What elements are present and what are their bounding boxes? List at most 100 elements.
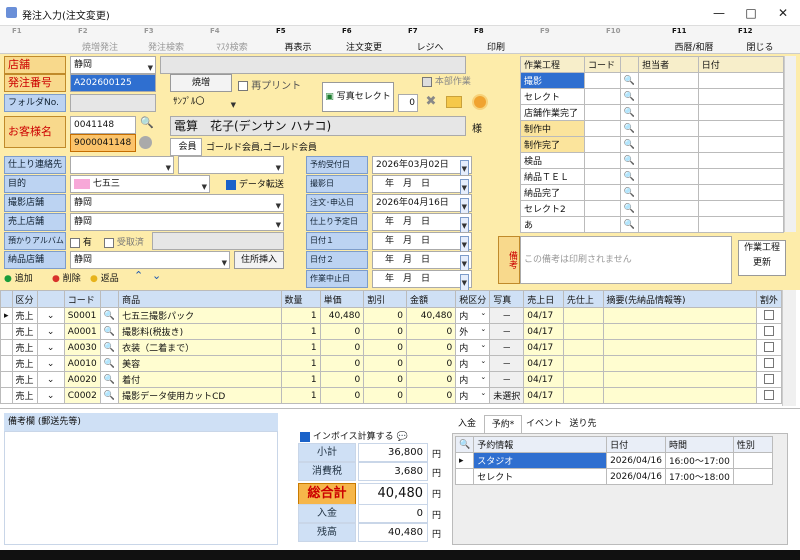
row-type[interactable]: 売上 bbox=[11, 323, 38, 340]
process-code[interactable] bbox=[583, 72, 621, 89]
process-update-button[interactable]: 作業工程 更新 bbox=[738, 240, 786, 276]
customer-code-input[interactable]: 0041148 bbox=[70, 116, 136, 134]
row-type[interactable]: 売上 bbox=[11, 387, 38, 404]
minimize-button[interactable]: — bbox=[704, 4, 734, 22]
sales-store-select[interactable]: 静岡 ▼ bbox=[70, 213, 284, 231]
process-row[interactable]: 納品ＴＥＬ 🔍 bbox=[520, 168, 785, 185]
data-transfer-checkbox[interactable]: データ転送 bbox=[226, 177, 284, 190]
row-qty[interactable]: 1 bbox=[280, 387, 321, 404]
search-icon[interactable]: 🔍 bbox=[99, 387, 120, 404]
search-icon[interactable]: 🔍 bbox=[619, 72, 640, 89]
items-scrollbar[interactable] bbox=[782, 290, 796, 406]
process-memo-input[interactable]: この備考は印刷されません bbox=[520, 236, 732, 284]
row-qty[interactable]: 1 bbox=[280, 339, 321, 356]
reserve-row[interactable]: ▸ スタジオ 2026/04/16 16:00～17:00 bbox=[454, 452, 774, 469]
total-label[interactable]: 入金 bbox=[298, 504, 356, 523]
row-photo[interactable]: 未選択 bbox=[489, 387, 525, 404]
fkey-f2[interactable]: F2 焼増発注 bbox=[74, 26, 126, 54]
row-discount[interactable]: 0 bbox=[363, 339, 407, 356]
search-icon[interactable]: 🔍 bbox=[139, 116, 155, 134]
reservation-grid[interactable]: 🔍 予約情報 日付 時間 性別 ▸ スタジオ 2026/04/16 16:00～17:00 セレク… bbox=[454, 436, 774, 485]
photo-select-button[interactable]: ▣ 写真セレクト bbox=[322, 82, 394, 112]
process-scrollbar[interactable] bbox=[784, 56, 796, 232]
process-staff[interactable] bbox=[638, 104, 699, 121]
reprint-checkbox[interactable]: 再プリント bbox=[238, 77, 301, 92]
process-code[interactable] bbox=[583, 104, 621, 121]
process-date[interactable] bbox=[697, 168, 785, 185]
chevron-down-icon[interactable]: ⌄ bbox=[36, 307, 65, 324]
process-date[interactable] bbox=[697, 104, 785, 121]
process-date[interactable] bbox=[697, 88, 785, 105]
row-discount[interactable]: 0 bbox=[363, 355, 407, 372]
row-excluded-checkbox[interactable] bbox=[755, 371, 783, 388]
row-tax[interactable]: 内 ⌄ bbox=[455, 371, 491, 388]
search-icon[interactable]: 🔍 bbox=[619, 216, 640, 233]
row-price[interactable]: 0 bbox=[319, 387, 365, 404]
process-date[interactable] bbox=[697, 120, 785, 137]
order-number-input[interactable]: A202600125 bbox=[70, 74, 156, 92]
row-photo[interactable]: － bbox=[489, 307, 525, 324]
search-icon[interactable]: 🔍 bbox=[619, 168, 640, 185]
date-input[interactable]: 年 月 日 ▼ bbox=[372, 232, 472, 254]
table-row[interactable]: 売上 ⌄ A0010 🔍 美容 1 0 0 0 内 ⌄ － 04/17 bbox=[0, 355, 783, 372]
row-discount[interactable]: 0 bbox=[363, 323, 407, 340]
process-date[interactable] bbox=[697, 200, 785, 217]
process-date[interactable] bbox=[697, 152, 785, 169]
shoot-store-select[interactable]: 静岡 ▼ bbox=[70, 194, 284, 212]
clear-icon[interactable]: ✖ bbox=[422, 94, 440, 112]
process-code[interactable] bbox=[583, 120, 621, 137]
search-icon[interactable]: 🔍 bbox=[99, 307, 120, 324]
row-tax[interactable]: 外 ⌄ bbox=[455, 323, 491, 340]
row-note[interactable] bbox=[602, 371, 757, 388]
process-row[interactable]: セレクト 🔍 bbox=[520, 88, 785, 105]
fkey-f6[interactable]: F6 注文変更 bbox=[338, 26, 390, 54]
process-grid[interactable]: 作業工程 コード 担当者 日付 撮影 🔍 セレクト 🔍 店舗作業完了 🔍 制作中 🔍 制作完了 🔍 検品 🔍 納… bbox=[520, 56, 785, 233]
process-staff[interactable] bbox=[638, 136, 699, 153]
honbu-checkbox[interactable]: 本部作業 bbox=[422, 74, 471, 87]
row-product[interactable]: 着付 bbox=[118, 371, 282, 388]
status-dot-icon[interactable] bbox=[139, 136, 152, 149]
row-sales-date[interactable]: 04/17 bbox=[523, 387, 564, 404]
table-row[interactable]: 売上 ⌄ A0001 🔍 撮影料(税抜き) 1 0 0 0 外 ⌄ － 04/17 bbox=[0, 323, 783, 340]
chevron-down-icon[interactable]: ⌄ bbox=[36, 339, 65, 356]
row-tax[interactable]: 内 ⌄ bbox=[455, 355, 491, 372]
process-date[interactable] bbox=[697, 136, 785, 153]
row-type[interactable]: 売上 bbox=[11, 307, 38, 324]
row-tax[interactable]: 内 ⌄ bbox=[455, 307, 491, 324]
chevron-down-icon[interactable]: ⌄ bbox=[36, 323, 65, 340]
row-photo[interactable]: － bbox=[489, 323, 525, 340]
row-tax[interactable]: 内 ⌄ bbox=[455, 339, 491, 356]
process-date[interactable] bbox=[697, 72, 785, 89]
process-row[interactable]: あ 🔍 bbox=[520, 216, 785, 233]
row-product[interactable]: 衣装（二着まで） bbox=[118, 339, 282, 356]
row-price[interactable]: 0 bbox=[319, 339, 365, 356]
process-staff[interactable] bbox=[638, 120, 699, 137]
search-icon[interactable]: 🔍 bbox=[99, 371, 120, 388]
folder-no-input[interactable] bbox=[70, 94, 156, 112]
row-type[interactable]: 売上 bbox=[11, 371, 38, 388]
row-code[interactable]: A0010 bbox=[63, 355, 101, 372]
tab-0[interactable]: 入金 bbox=[452, 415, 482, 433]
row-sales-date[interactable]: 04/17 bbox=[523, 339, 564, 356]
process-row[interactable]: セレクト2 🔍 bbox=[520, 200, 785, 217]
date-input[interactable]: 年 月 日 ▼ bbox=[372, 213, 472, 235]
row-note[interactable] bbox=[602, 307, 757, 324]
row-code[interactable]: S0001 bbox=[63, 307, 101, 324]
fkey-f1[interactable]: F1 bbox=[8, 26, 60, 54]
process-staff[interactable] bbox=[638, 168, 699, 185]
row-price[interactable]: 0 bbox=[319, 371, 365, 388]
date-input[interactable]: 2026年04月16日 ▼ bbox=[372, 194, 472, 216]
memo-textarea[interactable] bbox=[4, 431, 278, 545]
sample-select[interactable]: ｻﾝﾌﾟﾙ〇 ▼ bbox=[170, 94, 236, 112]
row-qty[interactable]: 1 bbox=[280, 307, 321, 324]
delete-button[interactable]: ● 削除 bbox=[52, 271, 81, 284]
row-excluded-checkbox[interactable] bbox=[755, 387, 783, 404]
process-staff[interactable] bbox=[638, 184, 699, 201]
return-button[interactable]: ● 返品 bbox=[90, 271, 119, 284]
process-code[interactable] bbox=[583, 168, 621, 185]
fkey-f7[interactable]: F7 レジへ bbox=[404, 26, 456, 54]
row-price[interactable]: 0 bbox=[319, 323, 365, 340]
search-icon[interactable]: 🔍 bbox=[99, 355, 120, 372]
row-note[interactable] bbox=[602, 355, 757, 372]
fkey-f5[interactable]: F5 再表示 bbox=[272, 26, 324, 54]
